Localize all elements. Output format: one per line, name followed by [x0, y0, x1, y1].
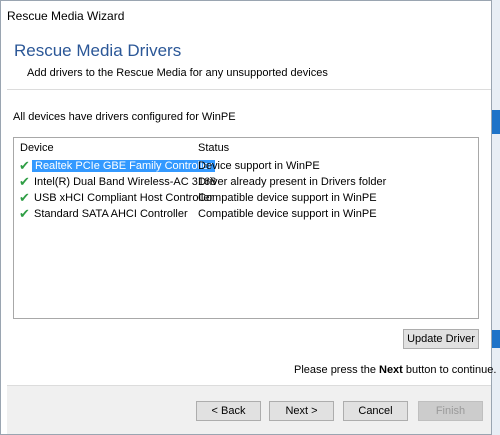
device-status: Driver already present in Drivers folder — [198, 176, 387, 188]
checkmark-icon: ✔ — [19, 174, 30, 189]
background-highlight — [492, 110, 500, 134]
page-title: Rescue Media Drivers — [14, 41, 182, 60]
device-name: Standard SATA AHCI Controller — [34, 208, 188, 220]
background-highlight — [492, 330, 500, 348]
list-item[interactable]: ✔ Realtek PCIe GBE Family Controller Dev… — [14, 159, 478, 174]
checkmark-icon: ✔ — [19, 206, 30, 221]
device-name: Intel(R) Dual Band Wireless-AC 3168 — [34, 176, 217, 188]
header-divider — [7, 89, 491, 90]
checkmark-icon: ✔ — [19, 158, 30, 173]
checkmark-icon: ✔ — [19, 190, 30, 205]
device-status: Compatible device support in WinPE — [198, 208, 377, 220]
wizard-window: Rescue Media Wizard Rescue Media Drivers… — [0, 0, 496, 435]
window-title: Rescue Media Wizard — [7, 9, 125, 23]
continue-instruction-prefix: Please press the — [294, 364, 379, 376]
continue-instruction-suffix: button to continue. — [402, 364, 497, 376]
page-subtitle: Add drivers to the Rescue Media for any … — [27, 67, 328, 79]
cancel-button[interactable]: Cancel — [343, 401, 408, 421]
list-item[interactable]: ✔ Standard SATA AHCI Controller Compatib… — [14, 207, 478, 222]
list-header: Device Status — [14, 142, 478, 156]
list-item[interactable]: ✔ USB xHCI Compliant Host Controller Com… — [14, 191, 478, 206]
next-button[interactable]: Next > — [269, 401, 334, 421]
wizard-footer: < Back Next > Cancel Finish — [7, 386, 491, 434]
device-name: USB xHCI Compliant Host Controller — [34, 192, 214, 204]
list-item[interactable]: ✔ Intel(R) Dual Band Wireless-AC 3168 Dr… — [14, 175, 478, 190]
device-status: Device support in WinPE — [198, 160, 320, 172]
update-driver-button[interactable]: Update Driver — [403, 329, 479, 349]
finish-button[interactable]: Finish — [418, 401, 483, 421]
driver-status-message: All devices have drivers configured for … — [13, 111, 236, 123]
device-status: Compatible device support in WinPE — [198, 192, 377, 204]
continue-instruction: Please press the Next button to continue… — [294, 364, 496, 376]
back-button[interactable]: < Back — [196, 401, 261, 421]
column-header-status[interactable]: Status — [198, 142, 229, 154]
continue-instruction-next: Next — [379, 364, 403, 376]
device-name: Realtek PCIe GBE Family Controller — [32, 160, 216, 172]
column-header-device[interactable]: Device — [20, 142, 54, 154]
device-list[interactable]: Device Status ✔ Realtek PCIe GBE Family … — [13, 137, 479, 319]
